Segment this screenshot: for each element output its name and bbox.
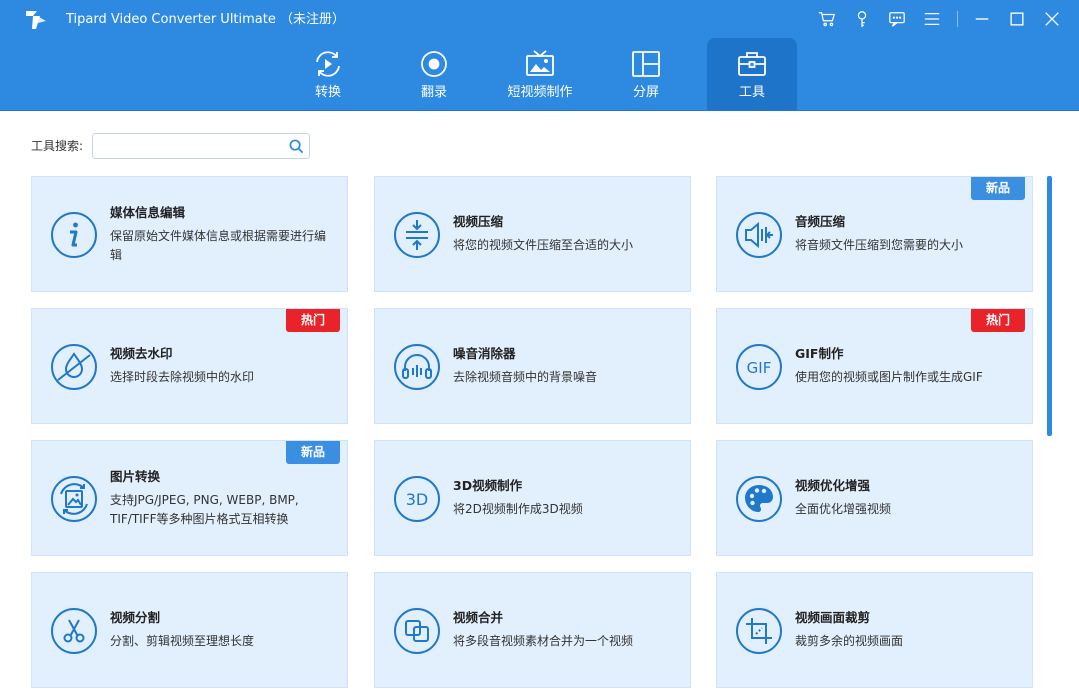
tool-description: 保留原始文件媒体信息或根据需要进行编辑 — [110, 228, 327, 262]
close-icon[interactable] — [1039, 6, 1065, 32]
tab-label: 工具 — [738, 85, 765, 100]
tool-grid: 媒体信息编辑 保留原始文件媒体信息或根据需要进行编辑 视频压缩 将您的视频文件压… — [31, 176, 1033, 700]
maximize-icon[interactable] — [1004, 6, 1030, 32]
mv-icon — [523, 48, 557, 80]
tool-description: 全面优化增强视频 — [795, 502, 892, 516]
tab-label: 分屏 — [632, 85, 659, 100]
app-title: Tipard Video Converter Ultimate （未注册） — [66, 12, 345, 27]
tool-description: 将2D视频制作成3D视频 — [453, 502, 583, 516]
scissors-icon — [50, 607, 98, 655]
info-icon — [50, 211, 98, 259]
tab-label: 翻录 — [420, 85, 447, 100]
tool-card-3d-maker[interactable]: 3D 3D视频制作 将2D视频制作成3D视频 — [374, 440, 691, 556]
tab-convert[interactable]: 转换 — [290, 38, 366, 110]
ripper-icon — [417, 48, 451, 80]
tool-card-video-trimmer[interactable]: 视频分割 分割、剪辑视频至理想长度 — [31, 572, 348, 688]
tool-title: 3D视频制作 — [453, 478, 523, 493]
tab-ripper[interactable]: 翻录 — [396, 38, 472, 110]
palette-icon — [735, 475, 783, 523]
tab-label: 短视频制作 — [507, 85, 573, 100]
tool-title: 视频优化增强 — [795, 478, 871, 493]
tool-description: 支持JPG/JPEG, PNG, WEBP, BMP, TIF/TIFF等多种图… — [110, 492, 299, 526]
tool-title: 图片转换 — [110, 468, 161, 484]
convert-icon — [311, 48, 345, 80]
vertical-scrollbar[interactable] — [1047, 176, 1052, 436]
tool-description: 分割、剪辑视频至理想长度 — [110, 634, 255, 648]
tool-title: 音频压缩 — [795, 214, 846, 229]
tool-description: 裁剪多余的视频画面 — [795, 634, 904, 648]
merge-icon — [393, 607, 441, 655]
key-icon[interactable] — [849, 6, 875, 32]
window-controls — [805, 6, 1065, 32]
3d-icon: 3D — [393, 475, 441, 523]
tool-title: 视频分割 — [110, 610, 161, 625]
tool-description: 将音频文件压缩到您需要的大小 — [795, 238, 964, 252]
menu-icon[interactable] — [919, 6, 945, 32]
cart-icon[interactable] — [814, 6, 840, 32]
image-convert-icon — [50, 475, 98, 523]
tool-description: 将多段音视频素材合并为一个视频 — [453, 634, 634, 648]
tool-card-gif-maker[interactable]: 热门 GIF GIF制作 使用您的视频或图片制作或生成GIF — [716, 308, 1033, 424]
minimize-icon[interactable] — [969, 6, 995, 32]
tab-collage[interactable]: 分屏 — [608, 38, 684, 110]
tool-card-video-compressor[interactable]: 视频压缩 将您的视频文件压缩至合适的大小 — [374, 176, 691, 292]
tool-title: 媒体信息编辑 — [110, 204, 186, 220]
tool-card-noise-remover[interactable]: 噪音消除器 去除视频音频中的背景噪音 — [374, 308, 691, 424]
search-box — [92, 133, 310, 159]
search-icon[interactable] — [289, 139, 304, 154]
tool-title: 视频去水印 — [110, 346, 173, 361]
tab-toolbox[interactable]: 工具 — [707, 38, 797, 110]
tool-card-video-enhancer[interactable]: 视频优化增强 全面优化增强视频 — [716, 440, 1033, 556]
tab-mv[interactable]: 短视频制作 — [500, 38, 580, 110]
tab-label: 转换 — [314, 85, 341, 100]
tool-card-watermark-remover[interactable]: 热门 视频去水印 选择时段去除视频中的水印 — [31, 308, 348, 424]
divider — [957, 11, 958, 27]
collage-icon — [629, 48, 663, 80]
tool-card-video-merger[interactable]: 视频合并 将多段音视频素材合并为一个视频 — [374, 572, 691, 688]
main-tabs: 转换 翻录 短视频制作 分屏 工具 — [0, 38, 1079, 110]
tipard-logo-icon — [26, 11, 46, 29]
gif-icon: GIF — [735, 343, 783, 391]
crop-icon — [735, 607, 783, 655]
tool-title: 视频压缩 — [453, 214, 504, 229]
tool-card-video-cropper[interactable]: 视频画面裁剪 裁剪多余的视频画面 — [716, 572, 1033, 688]
tool-description: 选择时段去除视频中的水印 — [110, 370, 255, 384]
tool-title: 视频画面裁剪 — [795, 610, 871, 625]
tool-title: 视频合并 — [453, 610, 504, 625]
title-bar: Tipard Video Converter Ultimate （未注册） 转换… — [0, 0, 1079, 111]
search-input[interactable] — [97, 137, 283, 155]
compress-icon — [393, 211, 441, 259]
svg-text:3D: 3D — [406, 490, 429, 509]
search-label: 工具搜索: — [31, 139, 84, 153]
headphones-icon — [393, 343, 441, 391]
tool-card-image-converter[interactable]: 新品 图片转换 支持JPG/JPEG, PNG, WEBP, BMP, TIF/… — [31, 440, 348, 556]
toolbox-icon — [735, 48, 769, 80]
tool-description: 将您的视频文件压缩至合适的大小 — [453, 238, 634, 252]
tool-description: 去除视频音频中的背景噪音 — [453, 370, 598, 384]
tool-card-audio-compressor[interactable]: 新品 音频压缩 将音频文件压缩到您需要的大小 — [716, 176, 1033, 292]
tool-title: GIF制作 — [795, 346, 844, 361]
svg-text:GIF: GIF — [747, 359, 772, 377]
watermark-remove-icon — [50, 343, 98, 391]
tool-description: 使用您的视频或图片制作或生成GIF — [795, 370, 983, 384]
audio-compress-icon — [735, 211, 783, 259]
tool-title: 噪音消除器 — [453, 346, 516, 361]
feedback-icon[interactable] — [884, 6, 910, 32]
tool-card-media-metadata[interactable]: 媒体信息编辑 保留原始文件媒体信息或根据需要进行编辑 — [31, 176, 348, 292]
